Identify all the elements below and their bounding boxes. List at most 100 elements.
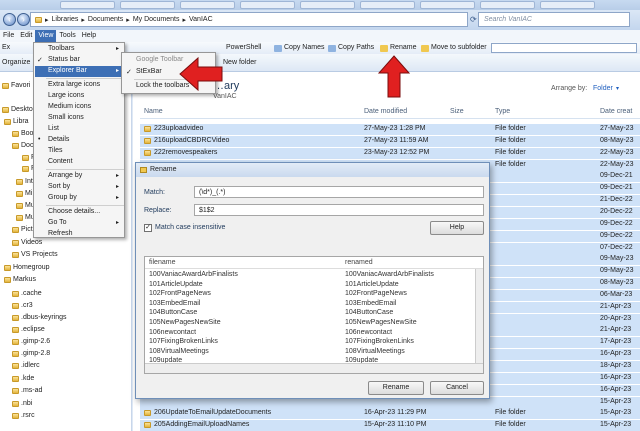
menu-help[interactable]: Help xyxy=(79,30,99,42)
task-button[interactable] xyxy=(180,1,235,9)
task-button[interactable] xyxy=(360,1,415,9)
nav-item[interactable]: Mu xyxy=(16,200,35,212)
menu-tools[interactable]: Tools xyxy=(56,30,78,42)
file-row[interactable]: 205AddingEmailUploadNames 15-Apr-23 11:10… xyxy=(140,420,640,431)
file-date: 23-May-23 12:52 PM xyxy=(364,148,430,156)
file-row[interactable]: 216uploadCBDRCVideo 27-May-23 11:59 AM Fil… xyxy=(140,135,640,147)
nav-item[interactable]: Favori xyxy=(2,80,30,92)
view-menu-item[interactable]: Medium icons xyxy=(48,103,91,110)
menu-file[interactable]: File xyxy=(0,30,17,42)
nav-item[interactable]: Libra xyxy=(4,116,29,128)
move-to-subfolder-button[interactable]: Move to subfolder xyxy=(421,42,487,54)
nav-item[interactable]: Videos xyxy=(12,237,42,249)
nav-item[interactable]: .ms-ad xyxy=(12,385,42,397)
view-menu-item[interactable]: Toolbars xyxy=(48,45,74,52)
file-row[interactable]: 223uploadvideo 27-May-23 1:28 PM File fold… xyxy=(140,124,640,135)
menu-view[interactable]: View xyxy=(35,30,57,42)
view-menu-item[interactable]: Tiles xyxy=(48,147,63,154)
replace-input[interactable]: $1$2 xyxy=(194,204,484,216)
view-menu-item[interactable]: Status bar xyxy=(48,56,80,63)
column-date-modified[interactable]: Date modified xyxy=(364,108,407,115)
view-menu-item[interactable]: Large icons xyxy=(48,92,84,99)
nav-item[interactable]: .rsrc xyxy=(12,410,35,422)
nav-item[interactable]: .gimp-2.8 xyxy=(12,348,50,360)
nav-item[interactable]: Mi xyxy=(16,188,32,200)
copy-paths-button[interactable]: Copy Paths xyxy=(328,42,374,54)
file-created: 09-May-23 xyxy=(600,267,634,275)
search-input[interactable]: Search VanIAC xyxy=(478,12,630,27)
copy-names-button[interactable]: Copy Names xyxy=(274,42,324,54)
breadcrumb-item[interactable]: My Documents xyxy=(133,16,180,23)
file-row[interactable]: 206UpdateToEmailUpdateDocuments 16-Apr-23… xyxy=(140,408,640,420)
forward-button[interactable]: › xyxy=(17,13,30,26)
folder-icon xyxy=(2,107,9,113)
task-button[interactable] xyxy=(300,1,355,9)
view-menu-item[interactable]: Small icons xyxy=(48,114,84,121)
grid-header[interactable]: filename xyxy=(149,259,175,266)
nav-item[interactable]: .cache xyxy=(12,288,42,300)
view-menu-item[interactable]: Content xyxy=(48,158,73,165)
rename-button[interactable]: Rename xyxy=(380,42,416,54)
task-button[interactable] xyxy=(120,1,175,9)
nav-item[interactable]: .cr3 xyxy=(12,300,33,312)
task-button[interactable] xyxy=(240,1,295,9)
nav-item[interactable]: .dbus-keyrings xyxy=(12,312,67,324)
task-button[interactable] xyxy=(540,1,595,9)
view-menu-item[interactable]: Choose details... xyxy=(48,208,100,215)
view-menu-item[interactable]: Details xyxy=(48,136,69,143)
view-menu-item[interactable]: Sort by xyxy=(48,183,70,190)
column-type[interactable]: Type xyxy=(495,108,510,115)
column-name[interactable]: Name xyxy=(144,108,163,115)
nav-item[interactable]: Homegroup xyxy=(4,262,50,274)
view-menu-item[interactable]: Refresh xyxy=(48,230,73,237)
view-menu-item[interactable]: Explorer Bar xyxy=(48,67,87,74)
file-row[interactable]: 222removespeakers 23-May-23 12:52 PM File … xyxy=(140,147,640,159)
back-button[interactable]: ‹ xyxy=(3,13,16,26)
breadcrumb-item[interactable]: Libraries xyxy=(52,16,79,23)
view-menu-item[interactable]: Group by xyxy=(48,194,77,201)
check-icon: ✓ xyxy=(37,57,43,64)
breadcrumb-item[interactable]: Documents xyxy=(88,16,123,23)
help-button[interactable]: Help xyxy=(430,221,484,235)
column-size[interactable]: Size xyxy=(450,108,464,115)
horizontal-scrollbar[interactable] xyxy=(145,363,483,373)
nav-item[interactable]: .kde xyxy=(12,373,34,385)
column-date-created[interactable]: Date creat xyxy=(600,108,632,115)
view-menu-item[interactable]: Extra large icons xyxy=(48,81,100,88)
task-button[interactable] xyxy=(60,1,115,9)
nav-item[interactable]: Markus xyxy=(4,274,36,286)
nav-item[interactable]: .idlerc xyxy=(12,360,40,372)
nav-item[interactable]: Mu xyxy=(16,212,35,224)
match-input[interactable]: (\d*)_(.*) xyxy=(194,186,484,198)
new-folder-button[interactable]: New folder xyxy=(223,59,256,66)
nav-item[interactable]: .nbi xyxy=(12,398,32,410)
vertical-scrollbar[interactable] xyxy=(475,269,483,363)
cancel-button[interactable]: Cancel xyxy=(430,381,484,395)
nav-item[interactable]: .gimp-2.6 xyxy=(12,336,50,348)
rename-confirm-button[interactable]: Rename xyxy=(368,381,424,395)
nav-item[interactable]: Boo xyxy=(12,128,33,140)
organize-button[interactable]: Organize xyxy=(2,59,30,66)
menu-edit[interactable]: Edit xyxy=(17,30,35,42)
rename-preview-grid[interactable]: filename renamed 100VaniacAwardArbFinalist… xyxy=(144,256,484,374)
nav-item[interactable]: Doc xyxy=(12,140,33,152)
task-button[interactable] xyxy=(420,1,475,9)
stexbar-command-input[interactable] xyxy=(491,43,637,53)
breadcrumb-item[interactable]: VanIAC xyxy=(189,16,213,23)
submenu-item[interactable]: StExBar xyxy=(136,68,162,75)
grid-header[interactable]: renamed xyxy=(345,259,373,266)
address-bar[interactable]: ▸ Libraries ▸ Documents ▸ My Documents ▸… xyxy=(30,12,468,27)
powershell-button[interactable]: PowerShell xyxy=(226,42,261,54)
nav-item[interactable]: Deskto xyxy=(2,104,33,116)
toolbar-ex-button[interactable]: Ex xyxy=(2,42,10,54)
task-button[interactable] xyxy=(480,1,535,9)
view-menu-item[interactable]: Arrange by xyxy=(48,172,82,179)
refresh-icon[interactable]: ⟳ xyxy=(470,15,477,24)
nav-item[interactable]: .eclipse xyxy=(12,324,45,336)
case-insensitive-checkbox[interactable]: ✓ xyxy=(144,224,152,232)
nav-item[interactable]: VS Projects xyxy=(12,249,58,261)
arrange-by-dropdown[interactable]: Folder xyxy=(593,85,613,92)
submenu-item[interactable]: Google Toolbar xyxy=(136,56,183,63)
view-menu-item[interactable]: Go To xyxy=(48,219,67,226)
view-menu-item[interactable]: List xyxy=(48,125,59,132)
